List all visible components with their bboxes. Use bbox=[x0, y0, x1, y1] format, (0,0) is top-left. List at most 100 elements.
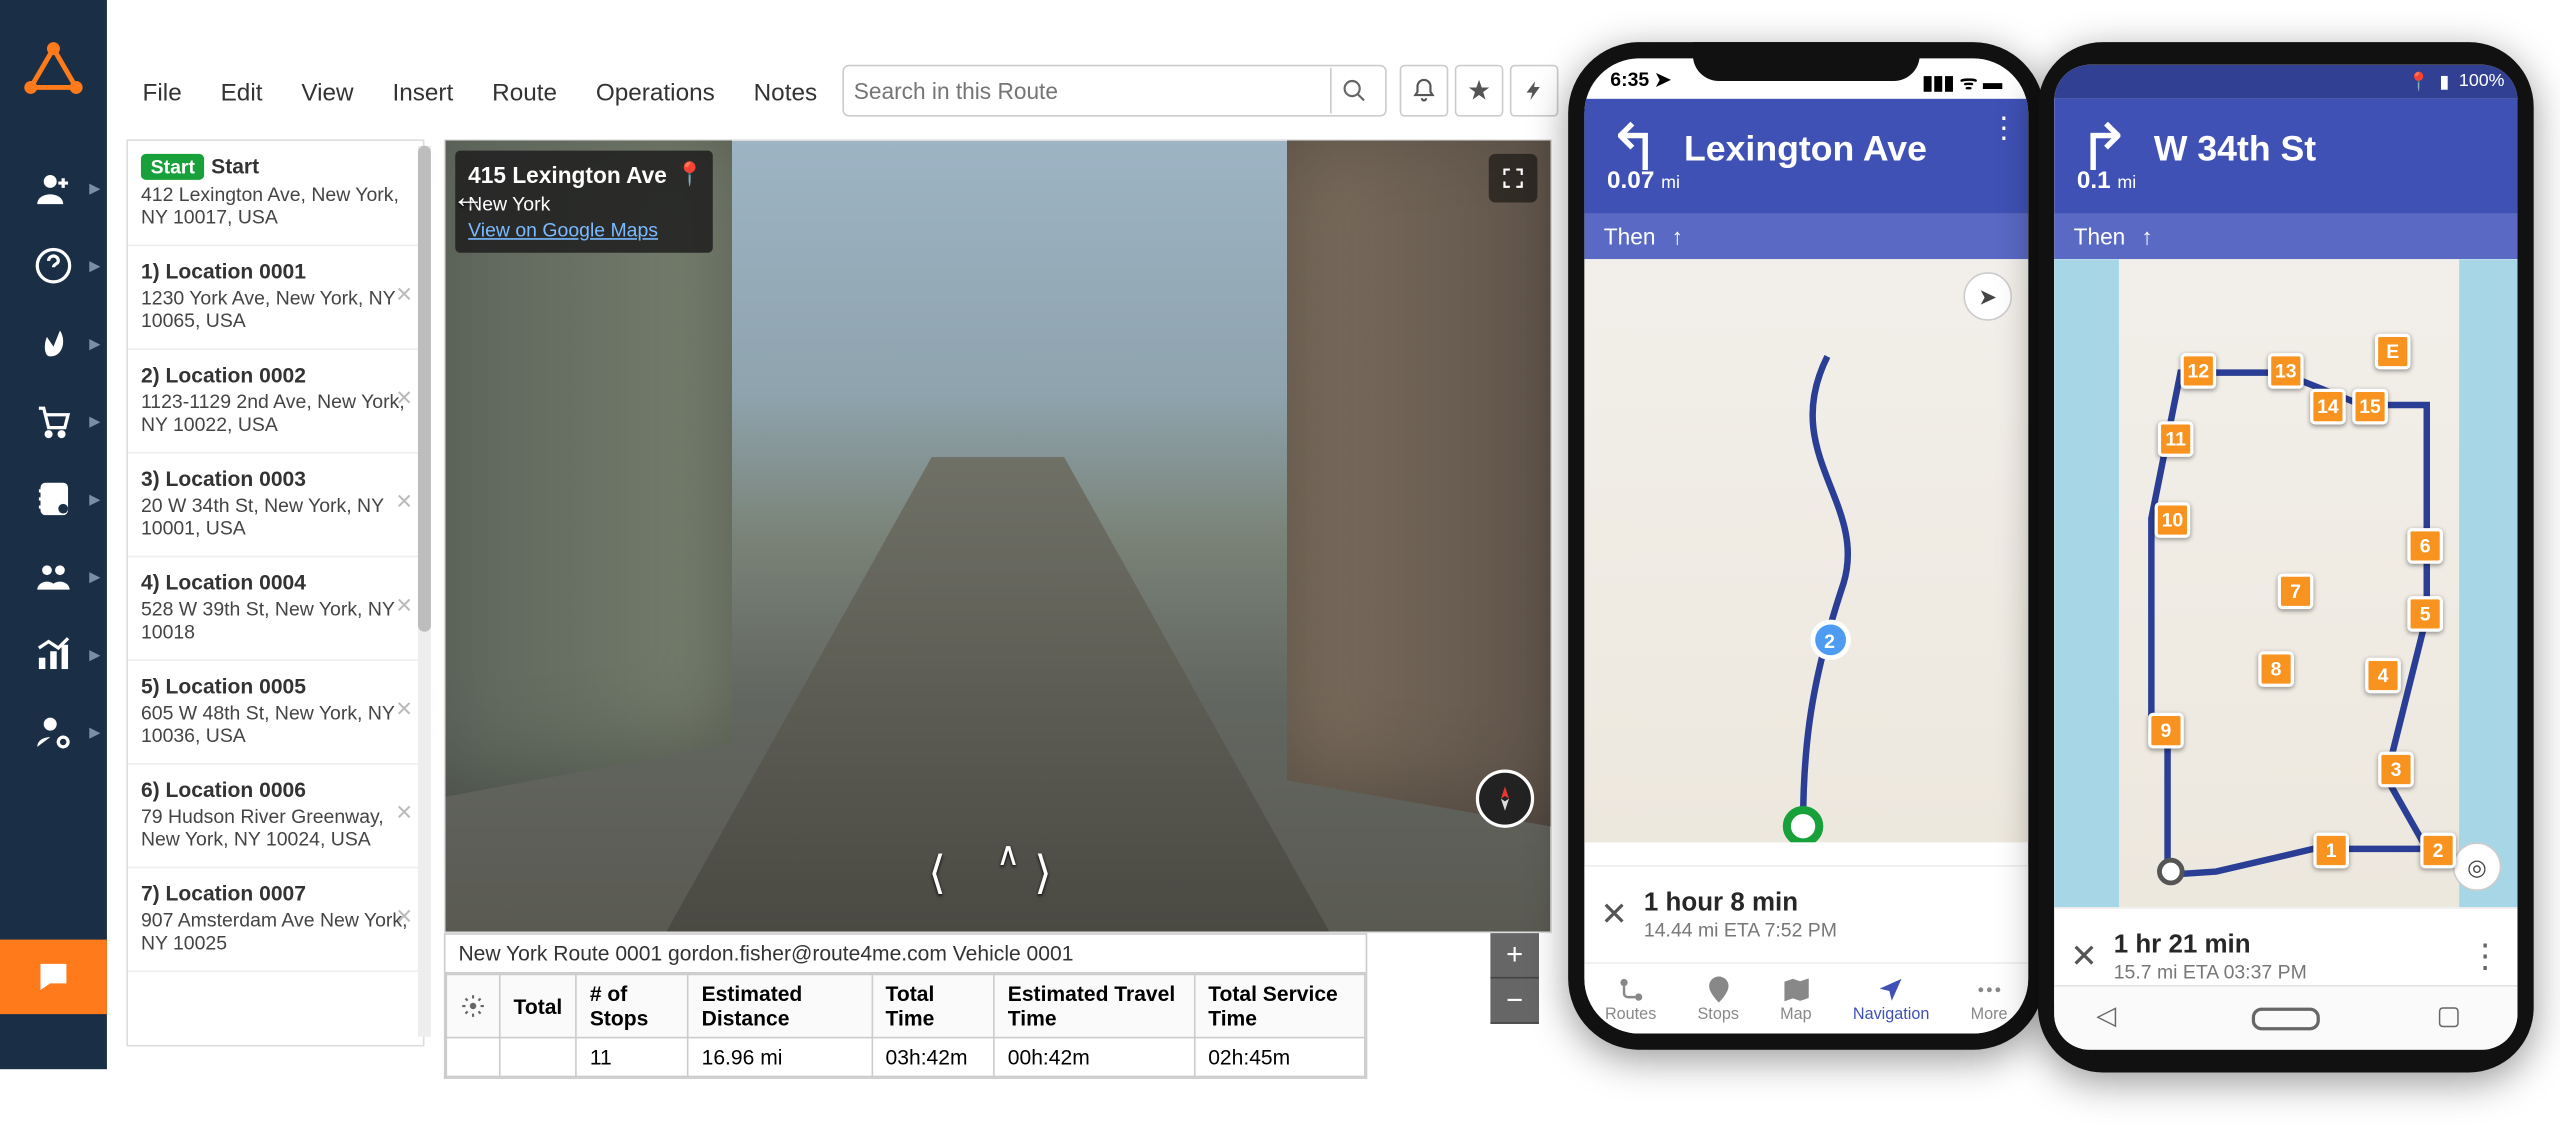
remove-stop-icon[interactable]: ✕ bbox=[395, 386, 413, 412]
notifications-icon[interactable] bbox=[1400, 65, 1449, 117]
nav-performance[interactable]: ▶ bbox=[0, 311, 107, 376]
stop-marker[interactable]: 9 bbox=[2148, 713, 2184, 749]
stop-marker[interactable]: 6 bbox=[2407, 528, 2443, 564]
nav-street: Lexington Ave bbox=[1684, 128, 1927, 170]
remove-stop-icon[interactable]: ✕ bbox=[395, 489, 413, 515]
search-box[interactable] bbox=[842, 65, 1386, 117]
close-icon[interactable]: ✕ bbox=[1601, 894, 1628, 935]
stop-marker[interactable]: 8 bbox=[2258, 651, 2294, 687]
home-icon[interactable] bbox=[2252, 1007, 2320, 1030]
map-view[interactable]: ➤ 2 bbox=[1584, 259, 2028, 842]
stop-address: 79 Hudson River Greenway, New York, NY 1… bbox=[141, 805, 410, 850]
zoom-out-button[interactable]: − bbox=[1490, 978, 1539, 1023]
remove-stop-icon[interactable]: ✕ bbox=[395, 697, 413, 723]
nav-team[interactable]: ▶ bbox=[0, 544, 107, 609]
stop-marker[interactable]: 2 bbox=[2420, 833, 2456, 869]
nav-add-user[interactable]: ▶ bbox=[0, 156, 107, 221]
nav-orders[interactable]: ▶ bbox=[0, 389, 107, 454]
stop-title: 5) Location 0005 bbox=[141, 674, 410, 698]
stop-title: 6) Location 0006 bbox=[141, 778, 410, 802]
sv-googlemaps-link[interactable]: View on Google Maps bbox=[468, 219, 658, 242]
streetview-label: 415 Lexington Ave New York View on Googl… bbox=[455, 151, 712, 253]
zoom-in-button[interactable]: + bbox=[1490, 933, 1539, 978]
scrollbar-thumb[interactable] bbox=[418, 146, 431, 632]
stop-start[interactable]: StartStart 412 Lexington Ave, New York, … bbox=[128, 141, 423, 246]
tab-map[interactable]: Map bbox=[1780, 974, 1812, 1023]
phone-mockup-ios: 6:35 ➤ ▮▮▮ ᯤ ▬ ⋮ ↰ Lexington Ave 0.07 mi… bbox=[1568, 42, 2044, 1050]
stop-item[interactable]: 2) Location 00021123-1129 2nd Ave, New Y… bbox=[128, 350, 423, 454]
route-summary-title: New York Route 0001 gordon.fisher@route4… bbox=[446, 935, 1366, 974]
menu-view[interactable]: View bbox=[282, 79, 373, 107]
phone-mockup-android: 📍 ▮100% ↱ W 34th St 0.1 mi Then ↑ ◎ 1234… bbox=[2038, 42, 2534, 1072]
more-icon[interactable]: ⋮ bbox=[1989, 112, 2018, 146]
stop-marker[interactable]: 14 bbox=[2310, 389, 2346, 425]
nav-chat-icon[interactable] bbox=[0, 940, 107, 1015]
menu-route[interactable]: Route bbox=[473, 79, 577, 107]
stop-item[interactable]: 6) Location 0006 79 Hudson River Greenway… bbox=[128, 765, 423, 869]
tab-stops[interactable]: Stops bbox=[1698, 974, 1739, 1023]
streetview-pane[interactable]: ⟨ ⟩ ∧ 415 Lexington Ave New York View on… bbox=[444, 139, 1552, 933]
stop-marker[interactable]: 3 bbox=[2378, 752, 2414, 788]
td-dist: 16.96 mi bbox=[688, 1038, 872, 1077]
stop-marker[interactable]: 12 bbox=[2181, 353, 2217, 389]
menu-file[interactable]: File bbox=[123, 79, 201, 107]
stop-marker[interactable]: 10 bbox=[2155, 502, 2191, 538]
stop-item[interactable]: 3) Location 000320 W 34th St, New York, … bbox=[128, 454, 423, 558]
menu-operations[interactable]: Operations bbox=[576, 79, 734, 107]
stop-marker[interactable]: 7 bbox=[2278, 573, 2314, 609]
stop-item[interactable]: 7) Location 0007907 Amsterdam Ave New Yo… bbox=[128, 868, 423, 972]
back-icon[interactable]: ◁ bbox=[2096, 999, 2135, 1038]
menu-insert[interactable]: Insert bbox=[373, 79, 473, 107]
eta-detail: 15.7 mi ETA 03:37 PM bbox=[2114, 960, 2307, 983]
straight-arrow-icon: ↑ bbox=[2142, 224, 2153, 250]
nav-user-settings[interactable]: ▶ bbox=[0, 700, 107, 765]
gear-icon[interactable] bbox=[446, 974, 499, 1037]
th-dist: Estimated Distance bbox=[688, 974, 872, 1037]
back-arrow-icon[interactable]: ← bbox=[452, 180, 484, 217]
favorite-icon[interactable] bbox=[1455, 65, 1504, 117]
building-facade-icon bbox=[1287, 139, 1552, 834]
tab-more[interactable]: More bbox=[1971, 974, 2008, 1023]
stop-item[interactable]: 4) Location 0004528 W 39th St, New York,… bbox=[128, 557, 423, 661]
nav-analytics[interactable]: ▶ bbox=[0, 622, 107, 687]
stop-marker[interactable]: 1 bbox=[2313, 833, 2349, 869]
remove-stop-icon[interactable]: ✕ bbox=[395, 282, 413, 308]
status-bar: 📍 ▮100% bbox=[2054, 65, 2517, 99]
stop-item[interactable]: 1) Location 00011230 York Ave, New York,… bbox=[128, 246, 423, 350]
search-icon[interactable] bbox=[1330, 68, 1375, 113]
compass-icon[interactable] bbox=[1476, 770, 1534, 828]
nav-direction-banner: ⋮ ↰ Lexington Ave 0.07 mi bbox=[1584, 99, 2028, 214]
recents-icon[interactable]: ▢ bbox=[2436, 999, 2475, 1038]
nav-help[interactable]: ▶ bbox=[0, 233, 107, 298]
nav-arrow-icon[interactable]: ⟨ ⟩ bbox=[928, 846, 1052, 899]
stop-marker[interactable]: E bbox=[2375, 334, 2411, 370]
nav-arrow-icon[interactable]: ∧ bbox=[996, 834, 1020, 875]
search-input[interactable] bbox=[854, 78, 1330, 104]
phone-notch-icon bbox=[1693, 42, 1920, 81]
tab-navigation[interactable]: Navigation bbox=[1853, 974, 1930, 1023]
map-view[interactable]: ◎ 123456789101112131415E bbox=[2054, 259, 2517, 907]
remove-stop-icon[interactable]: ✕ bbox=[395, 800, 413, 826]
bolt-icon[interactable] bbox=[1510, 65, 1559, 117]
menu-notes[interactable]: Notes bbox=[734, 79, 836, 107]
location-icon: ➤ bbox=[1655, 68, 1671, 91]
stop-item[interactable]: 5) Location 0005605 W 48th St, New York,… bbox=[128, 661, 423, 765]
menu-edit[interactable]: Edit bbox=[201, 79, 282, 107]
more-icon[interactable]: ⋮ bbox=[2469, 936, 2501, 977]
td-stops: 11 bbox=[576, 1038, 688, 1077]
start-badge: Start bbox=[141, 154, 205, 180]
stop-marker[interactable]: 5 bbox=[2407, 596, 2443, 632]
remove-stop-icon[interactable]: ✕ bbox=[395, 904, 413, 930]
stop-marker[interactable]: 4 bbox=[2365, 658, 2401, 694]
android-nav-bar: ◁ ▢ bbox=[2054, 985, 2517, 1050]
tab-routes[interactable]: Routes bbox=[1605, 974, 1656, 1023]
nav-addressbook[interactable]: ▶ bbox=[0, 467, 107, 532]
remove-stop-icon[interactable]: ✕ bbox=[395, 593, 413, 619]
stop-marker[interactable]: 15 bbox=[2352, 389, 2388, 425]
stop-marker[interactable]: 13 bbox=[2268, 353, 2304, 389]
close-icon[interactable]: ✕ bbox=[2070, 936, 2097, 977]
then-bar: Then ↑ bbox=[1584, 214, 2028, 259]
fullscreen-icon[interactable] bbox=[1489, 154, 1538, 203]
eta-detail: 14.44 mi ETA 7:52 PM bbox=[1644, 918, 1837, 941]
stop-marker[interactable]: 11 bbox=[2158, 421, 2194, 457]
